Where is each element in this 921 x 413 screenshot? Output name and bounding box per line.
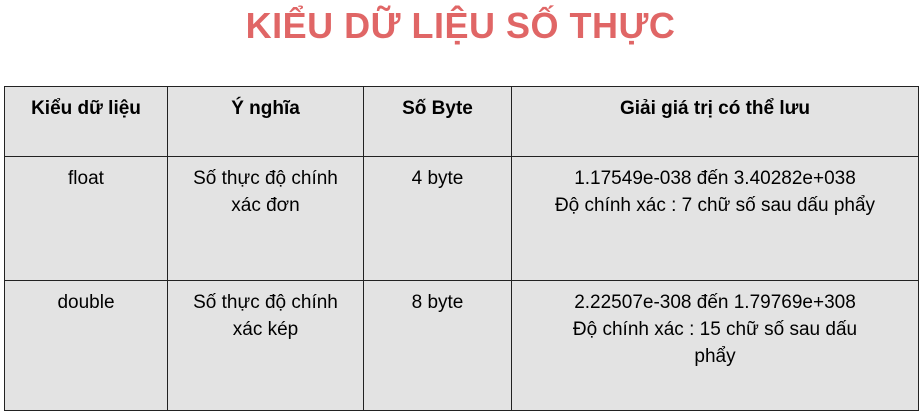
cell-range-line: Độ chính xác : 15 chữ số sau dấu: [572, 319, 858, 340]
cell-range-line: 2.22507e-308 đến 1.79769e+308: [574, 292, 856, 313]
cell-range: 1.17549e-038 đến 3.40282e+038 Độ chính x…: [511, 156, 919, 281]
cell-range: 2.22507e-308 đến 1.79769e+308 Độ chính x…: [511, 280, 919, 411]
cell-meaning-line: Số thực độ chính: [193, 168, 338, 189]
cell-type: float: [4, 156, 168, 281]
table-row: double Số thực độ chính xác kép 8 byte 2…: [4, 280, 919, 411]
cell-bytes: 8 byte: [363, 280, 512, 411]
data-type-table: Kiểu dữ liệu Ý nghĩa Số Byte Giải giá tr…: [4, 86, 919, 411]
cell-meaning: Số thực độ chính xác kép: [167, 280, 364, 411]
header-meaning: Ý nghĩa: [167, 86, 364, 157]
page-title: KIỂU DỮ LIỆU SỐ THỰC: [245, 5, 676, 46]
table-header-row: Kiểu dữ liệu Ý nghĩa Số Byte Giải giá tr…: [4, 86, 919, 157]
cell-range-line: phẩy: [694, 346, 736, 367]
cell-meaning-line: Số thực độ chính: [193, 292, 338, 313]
header-value-range: Giải giá trị có thể lưu: [511, 86, 919, 157]
cell-type: double: [4, 280, 168, 411]
table-row: float Số thực độ chính xác đơn 4 byte 1.…: [4, 156, 919, 281]
cell-meaning: Số thực độ chính xác đơn: [167, 156, 364, 281]
cell-meaning-line: xác kép: [232, 319, 299, 340]
header-bytes: Số Byte: [363, 86, 512, 157]
header-data-type: Kiểu dữ liệu: [4, 86, 168, 157]
cell-range-line: 1.17549e-038 đến 3.40282e+038: [574, 168, 856, 189]
cell-range-line: Độ chính xác : 7 chữ số sau dấu phẩy: [554, 195, 876, 216]
cell-bytes: 4 byte: [363, 156, 512, 281]
cell-meaning-line: xác đơn: [231, 195, 300, 216]
